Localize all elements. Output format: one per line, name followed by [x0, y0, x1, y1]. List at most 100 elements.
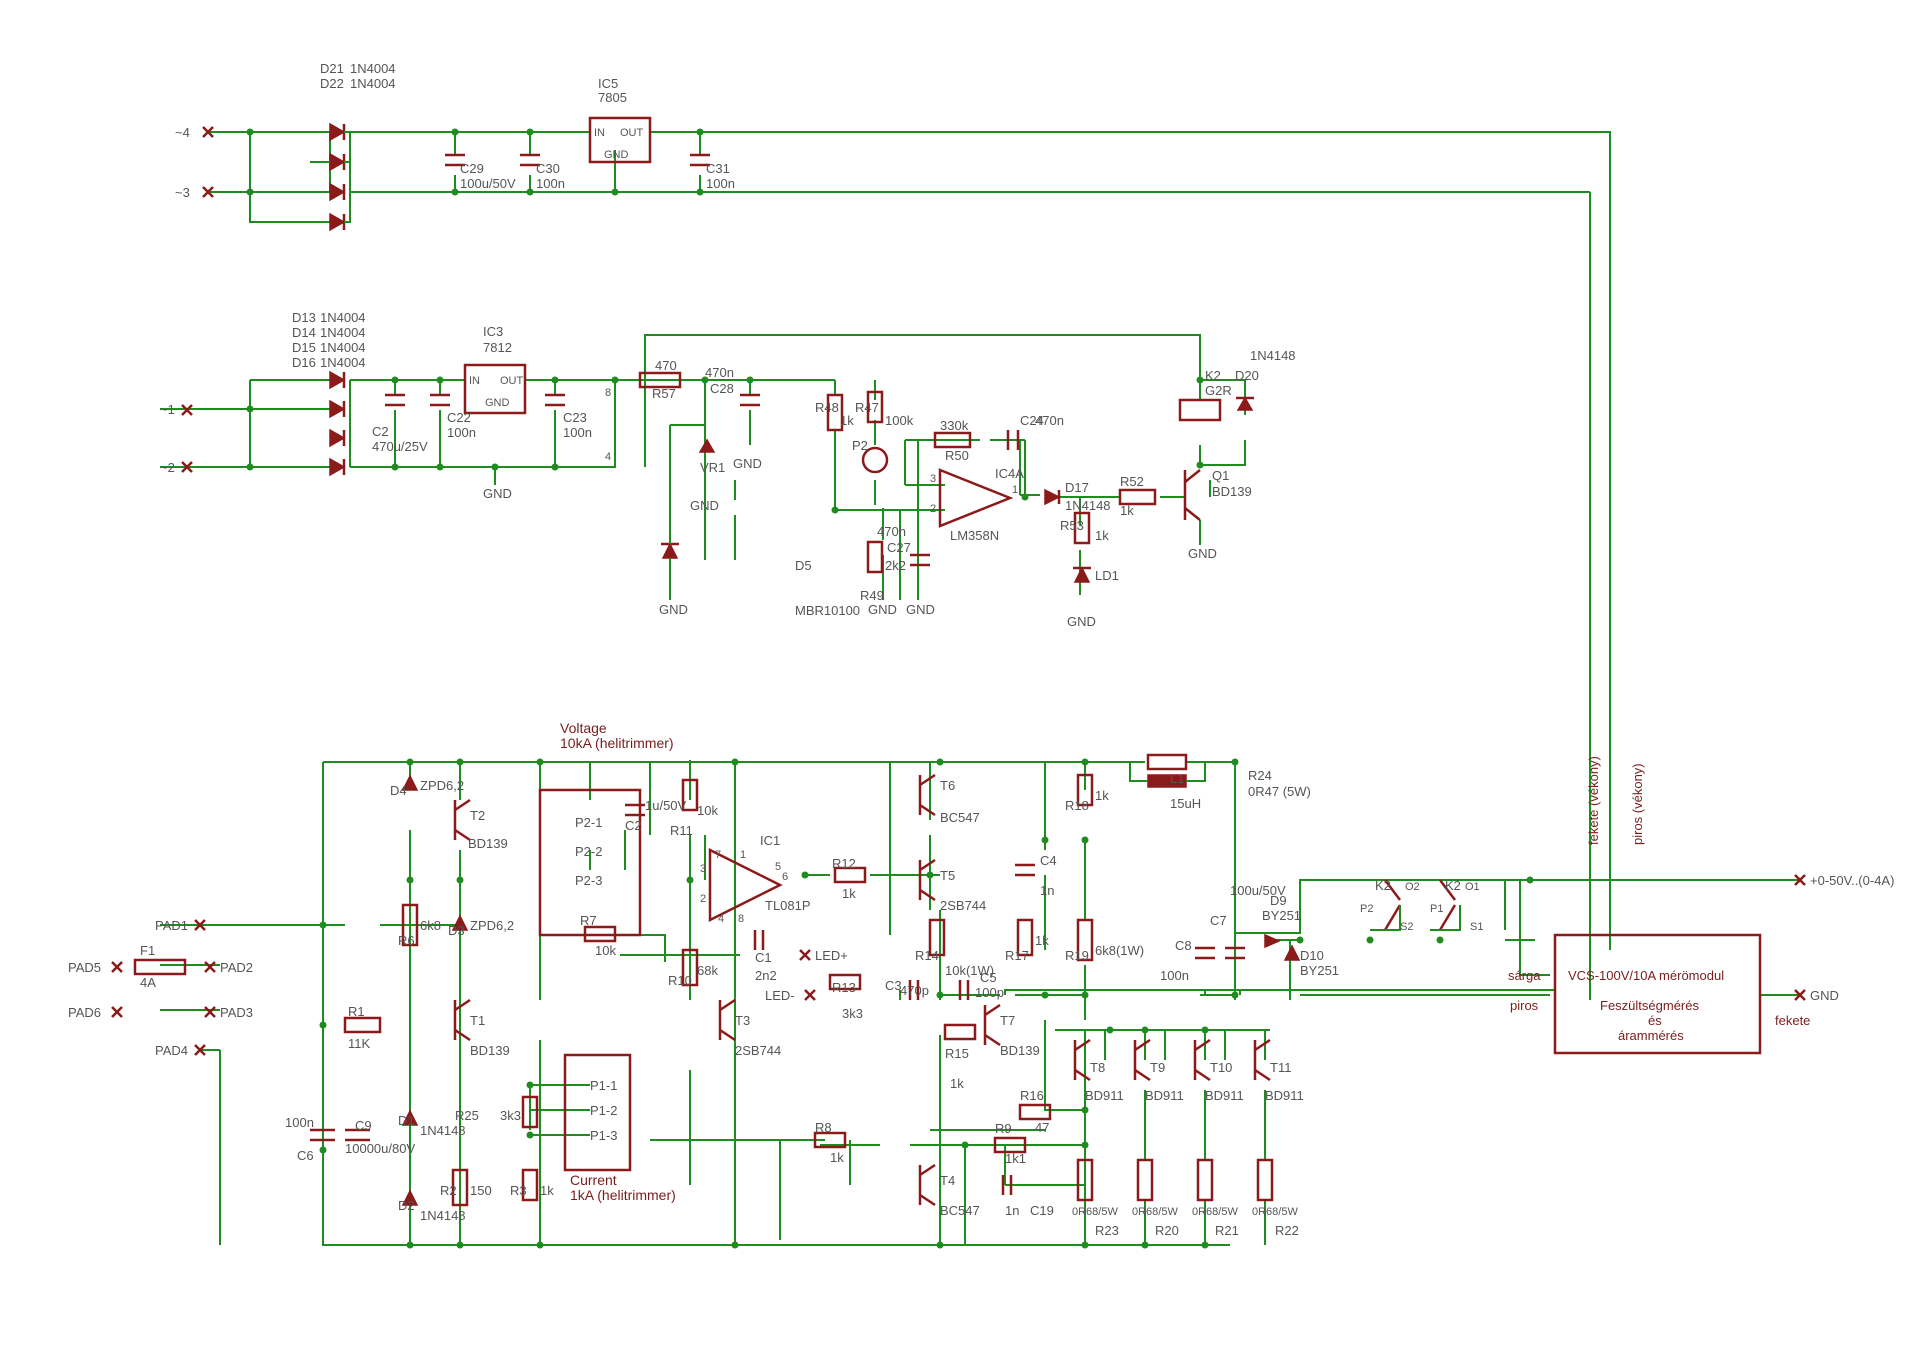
d16-label: D16 — [292, 355, 316, 370]
d4-value: ZPD6,2 — [420, 778, 464, 793]
k2-value: G2R — [1205, 383, 1232, 398]
ic3-out: OUT — [500, 375, 524, 387]
pad2-terminal[interactable] — [204, 961, 216, 973]
r11-value: 10k — [697, 803, 718, 818]
d1-value: 1N4148 — [420, 1123, 466, 1138]
p2-2-label: P2-2 — [575, 844, 602, 859]
sarga-label: sárga — [1508, 968, 1541, 983]
c8-value: 100n — [1160, 968, 1189, 983]
r47-label: R47 — [855, 400, 879, 415]
r16-value: 47 — [1035, 1120, 1049, 1135]
d5-diode — [661, 542, 679, 559]
voltage-subtitle: 10kA (helitrimmer) — [560, 735, 674, 751]
pad5-terminal[interactable] — [111, 961, 123, 973]
r6-value: 6k8 — [420, 918, 441, 933]
r20-label: R20 — [1155, 1223, 1179, 1238]
ic4a-value: LM358N — [950, 528, 999, 543]
c4-value: 1n — [1040, 883, 1054, 898]
module-line2: Feszültségmérés — [1600, 998, 1699, 1013]
r23-label: R23 — [1095, 1223, 1119, 1238]
c27-capacitor — [910, 553, 930, 567]
ic4a-label: IC4A — [995, 466, 1024, 481]
f1-fuse — [133, 958, 187, 976]
c31-label: C31 — [706, 161, 730, 176]
t9-value: BD911 — [1145, 1088, 1184, 1103]
r9-value: 1k1 — [1005, 1151, 1026, 1166]
q1-value: BD139 — [1212, 484, 1252, 499]
r7-label: R7 — [580, 913, 597, 928]
r10-label: R10 — [668, 973, 692, 988]
r15-label: R15 — [945, 1046, 969, 1061]
d17-value: 1N4148 — [1065, 498, 1111, 513]
f1-label: F1 — [140, 943, 155, 958]
o2-label: O2 — [1405, 881, 1420, 893]
r19-value: 6k8(1W) — [1095, 943, 1144, 958]
c7-c8-capacitors — [1195, 946, 1245, 960]
r15-resistor — [943, 1023, 977, 1041]
d9-diode — [1264, 933, 1281, 949]
d1-label: D1 — [398, 1113, 415, 1128]
t9-label: T9 — [1150, 1060, 1165, 1075]
t5-label: T5 — [940, 868, 955, 883]
terminal-3-label: ~3 — [175, 185, 190, 200]
t3-value: 2SB744 — [735, 1043, 781, 1058]
piros-label: piros — [1510, 998, 1539, 1013]
c5-capacitor — [958, 980, 970, 1000]
p1-3-label: P1-3 — [590, 1128, 617, 1143]
r21-value: 0R68/5W — [1192, 1206, 1238, 1218]
c24-value: 470n — [1035, 413, 1064, 428]
ic5-gnd: GND — [604, 149, 629, 161]
l1-label: L1 — [1170, 771, 1184, 786]
o1-label: O1 — [1465, 881, 1480, 893]
t2-value: BD139 — [468, 836, 508, 851]
gnd-q1: GND — [1188, 546, 1217, 561]
c9-label: C9 — [355, 1118, 372, 1133]
q1-label: Q1 — [1212, 468, 1229, 483]
c2-label: C2 — [625, 818, 642, 833]
fekete-vekony-label: fekete (vékony) — [1586, 756, 1601, 845]
d4-label: D4 — [390, 783, 407, 798]
module-title: VCS-100V/10A mérömodul — [1568, 968, 1724, 983]
r8-value: 1k — [830, 1150, 844, 1165]
ic3-value: 7812 — [483, 340, 512, 355]
gnd-d5: GND — [659, 602, 688, 617]
r47-value: 100k — [885, 413, 914, 428]
c22-label: C22 — [447, 410, 471, 425]
c5-value: 100p — [975, 985, 1004, 1000]
r13-label: R13 — [832, 980, 856, 995]
r52-label: R52 — [1120, 474, 1144, 489]
vr1-zener — [698, 438, 716, 453]
d10-diode — [1283, 944, 1301, 961]
q1-transistor — [1183, 469, 1201, 521]
r12-label: R12 — [832, 856, 856, 871]
r53-label: R53 — [1060, 518, 1084, 533]
led-plus-terminal[interactable] — [799, 949, 811, 961]
p2-contact-label: P2 — [1360, 903, 1373, 915]
pad6-terminal[interactable] — [111, 1006, 123, 1018]
ic1-pin8: 8 — [738, 913, 744, 925]
t10-label: T10 — [1210, 1060, 1232, 1075]
t1-label: T1 — [470, 1013, 485, 1028]
ic5-label: IC5 — [598, 76, 618, 91]
r23-value: 0R68/5W — [1072, 1206, 1118, 1218]
pad3-terminal[interactable] — [204, 1006, 216, 1018]
k2-relay-coil — [1178, 398, 1222, 422]
voltage-title: Voltage — [560, 720, 607, 736]
c3-value: 470p — [900, 983, 929, 998]
r24-resistor — [1146, 753, 1188, 771]
t8-value: BD911 — [1085, 1088, 1124, 1103]
c30-label: C30 — [536, 161, 560, 176]
c8-label: C8 — [1175, 938, 1192, 953]
d13-value: 1N4004 — [320, 310, 366, 325]
d5-value: MBR10100 — [795, 603, 860, 618]
vr1-label: VR1 — [700, 460, 725, 475]
t11-value: BD911 — [1265, 1088, 1304, 1103]
r49-resistor — [866, 540, 884, 574]
c1-capacitor — [753, 930, 765, 950]
p2-3-label: P2-3 — [575, 873, 602, 888]
c1-label: C1 — [755, 950, 772, 965]
led-minus-terminal[interactable] — [804, 989, 816, 1001]
current-title: Current — [570, 1172, 617, 1188]
ic4a-pin3: 3 — [930, 473, 936, 485]
r1-resistor — [343, 1016, 382, 1034]
